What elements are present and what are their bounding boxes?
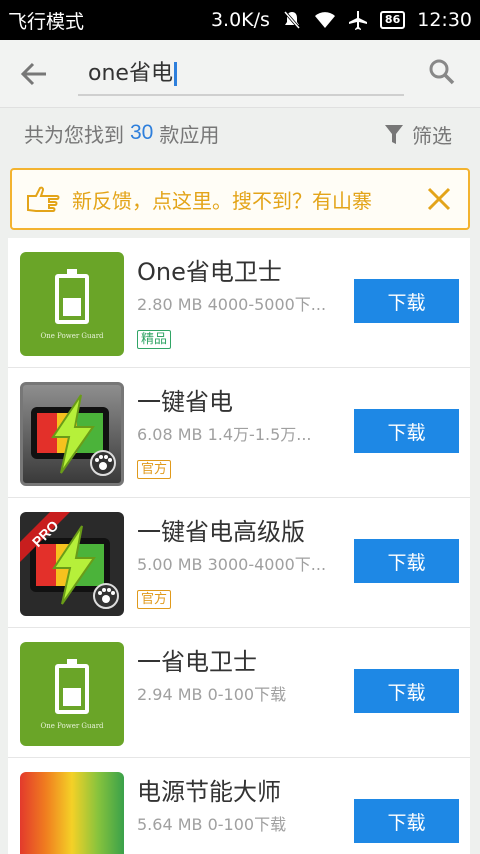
app-size: 6.08 MB: [137, 425, 203, 444]
feedback-banner[interactable]: 新反馈，点这里。搜不到？有山寨: [10, 168, 470, 230]
search-query: one省电: [88, 61, 173, 86]
battery-app-icon: One Power Guard: [20, 642, 124, 746]
battery-icon: 86: [379, 11, 406, 29]
list-item[interactable]: 电源节能大师 5.64 MB 0-100下载 下载: [8, 758, 470, 854]
app-name: 一键省电高级版: [137, 518, 305, 546]
search-input[interactable]: one省电: [78, 54, 404, 96]
list-item[interactable]: One Power Guard 一省电卫士 2.94 MB 0-100下载 下载: [8, 628, 470, 758]
mute-icon: [282, 10, 302, 30]
download-button[interactable]: 下载: [354, 279, 459, 323]
list-item[interactable]: PRO 一键省电高级版 5.00 MB 3000-4000下... 官方 下载: [8, 498, 470, 628]
app-downloads: 0-100下载: [207, 685, 287, 704]
app-name: 电源节能大师: [137, 778, 281, 806]
wifi-icon: [314, 11, 336, 29]
app-downloads: 1.4万-1.5万...: [207, 425, 312, 444]
app-size: 2.94 MB: [137, 685, 203, 704]
list-item[interactable]: 一键省电 6.08 MB 1.4万-1.5万... 官方 下载: [8, 368, 470, 498]
app-downloads: 0-100下载: [207, 815, 287, 834]
search-bar: one省电: [0, 40, 480, 108]
text-cursor: [173, 62, 177, 86]
app-meta: 2.80 MB 4000-5000下...: [137, 291, 327, 315]
download-button[interactable]: 下载: [354, 409, 459, 453]
power-saver-app-icon: [20, 772, 124, 854]
filter-label: 筛选: [412, 124, 452, 148]
app-name: 一省电卫士: [137, 648, 257, 676]
filter-button[interactable]: 筛选: [384, 120, 452, 149]
clock: 12:30: [417, 9, 472, 31]
app-size: 2.80 MB: [137, 295, 203, 314]
result-prefix: 共为您找到: [24, 122, 124, 147]
app-name: 一键省电: [137, 388, 233, 416]
featured-badge: 精品: [137, 330, 172, 349]
result-count: 30: [130, 121, 154, 144]
app-size: 5.00 MB: [137, 555, 203, 574]
app-meta: 5.64 MB 0-100下载: [137, 811, 327, 835]
close-icon[interactable]: [426, 186, 452, 212]
app-downloads: 3000-4000下...: [207, 555, 327, 574]
airplane-mode-label: 飞行模式: [8, 10, 85, 33]
official-badge: 官方: [137, 460, 172, 479]
app-list: One Power Guard One省电卫士 2.80 MB 4000-500…: [8, 238, 470, 854]
app-meta: 6.08 MB 1.4万-1.5万...: [137, 421, 327, 445]
battery-app-icon: One Power Guard: [20, 252, 124, 356]
status-bar: 飞行模式 3.0K/s 86 12:30: [0, 0, 480, 40]
result-summary: 共为您找到 30 款应用 筛选: [0, 108, 480, 158]
feedback-text: 新反馈，点这里。搜不到？有山寨: [72, 188, 372, 213]
download-button[interactable]: 下载: [354, 799, 459, 843]
airplane-icon: [348, 10, 368, 30]
search-icon[interactable]: [428, 58, 456, 86]
download-button[interactable]: 下载: [354, 669, 459, 713]
arrow-left-icon[interactable]: [18, 58, 50, 90]
pointing-hand-icon: [27, 186, 60, 212]
list-item[interactable]: One Power Guard One省电卫士 2.80 MB 4000-500…: [8, 238, 470, 368]
app-name: One省电卫士: [137, 258, 282, 286]
app-downloads: 4000-5000下...: [207, 295, 327, 314]
icon-caption: One Power Guard: [40, 722, 104, 730]
network-speed: 3.0K/s: [210, 9, 270, 31]
app-meta: 5.00 MB 3000-4000下...: [137, 551, 327, 575]
lightning-battery-icon: [20, 382, 124, 486]
result-suffix: 款应用: [159, 122, 220, 147]
lightning-battery-pro-icon: PRO: [20, 512, 124, 616]
app-meta: 2.94 MB 0-100下载: [137, 681, 327, 705]
icon-caption: One Power Guard: [40, 332, 104, 340]
official-badge: 官方: [137, 590, 172, 609]
app-size: 5.64 MB: [137, 815, 203, 834]
download-button[interactable]: 下载: [354, 539, 459, 583]
funnel-icon: [385, 124, 403, 144]
